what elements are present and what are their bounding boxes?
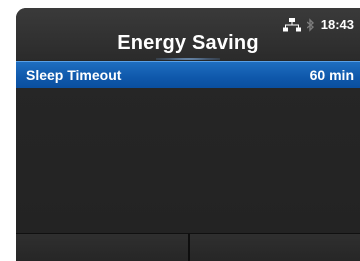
menu-item-label: Sleep Timeout [26,67,122,83]
title-underline [156,58,220,60]
menu-item-value: 60 min [309,67,354,83]
network-icon [282,18,301,32]
softkey-left[interactable] [16,234,188,261]
clock-time: 18:43 [320,17,354,32]
menu-item-sleep-timeout[interactable]: Sleep Timeout 60 min [16,61,360,88]
bluetooth-icon [306,18,315,32]
header-bar: 18:43 Energy Saving [16,8,360,60]
page-title: Energy Saving [117,32,259,54]
softkey-bar [16,233,360,261]
printer-display: 18:43 Energy Saving Sleep Timeout 60 min [16,8,360,261]
softkey-right[interactable] [190,234,360,261]
